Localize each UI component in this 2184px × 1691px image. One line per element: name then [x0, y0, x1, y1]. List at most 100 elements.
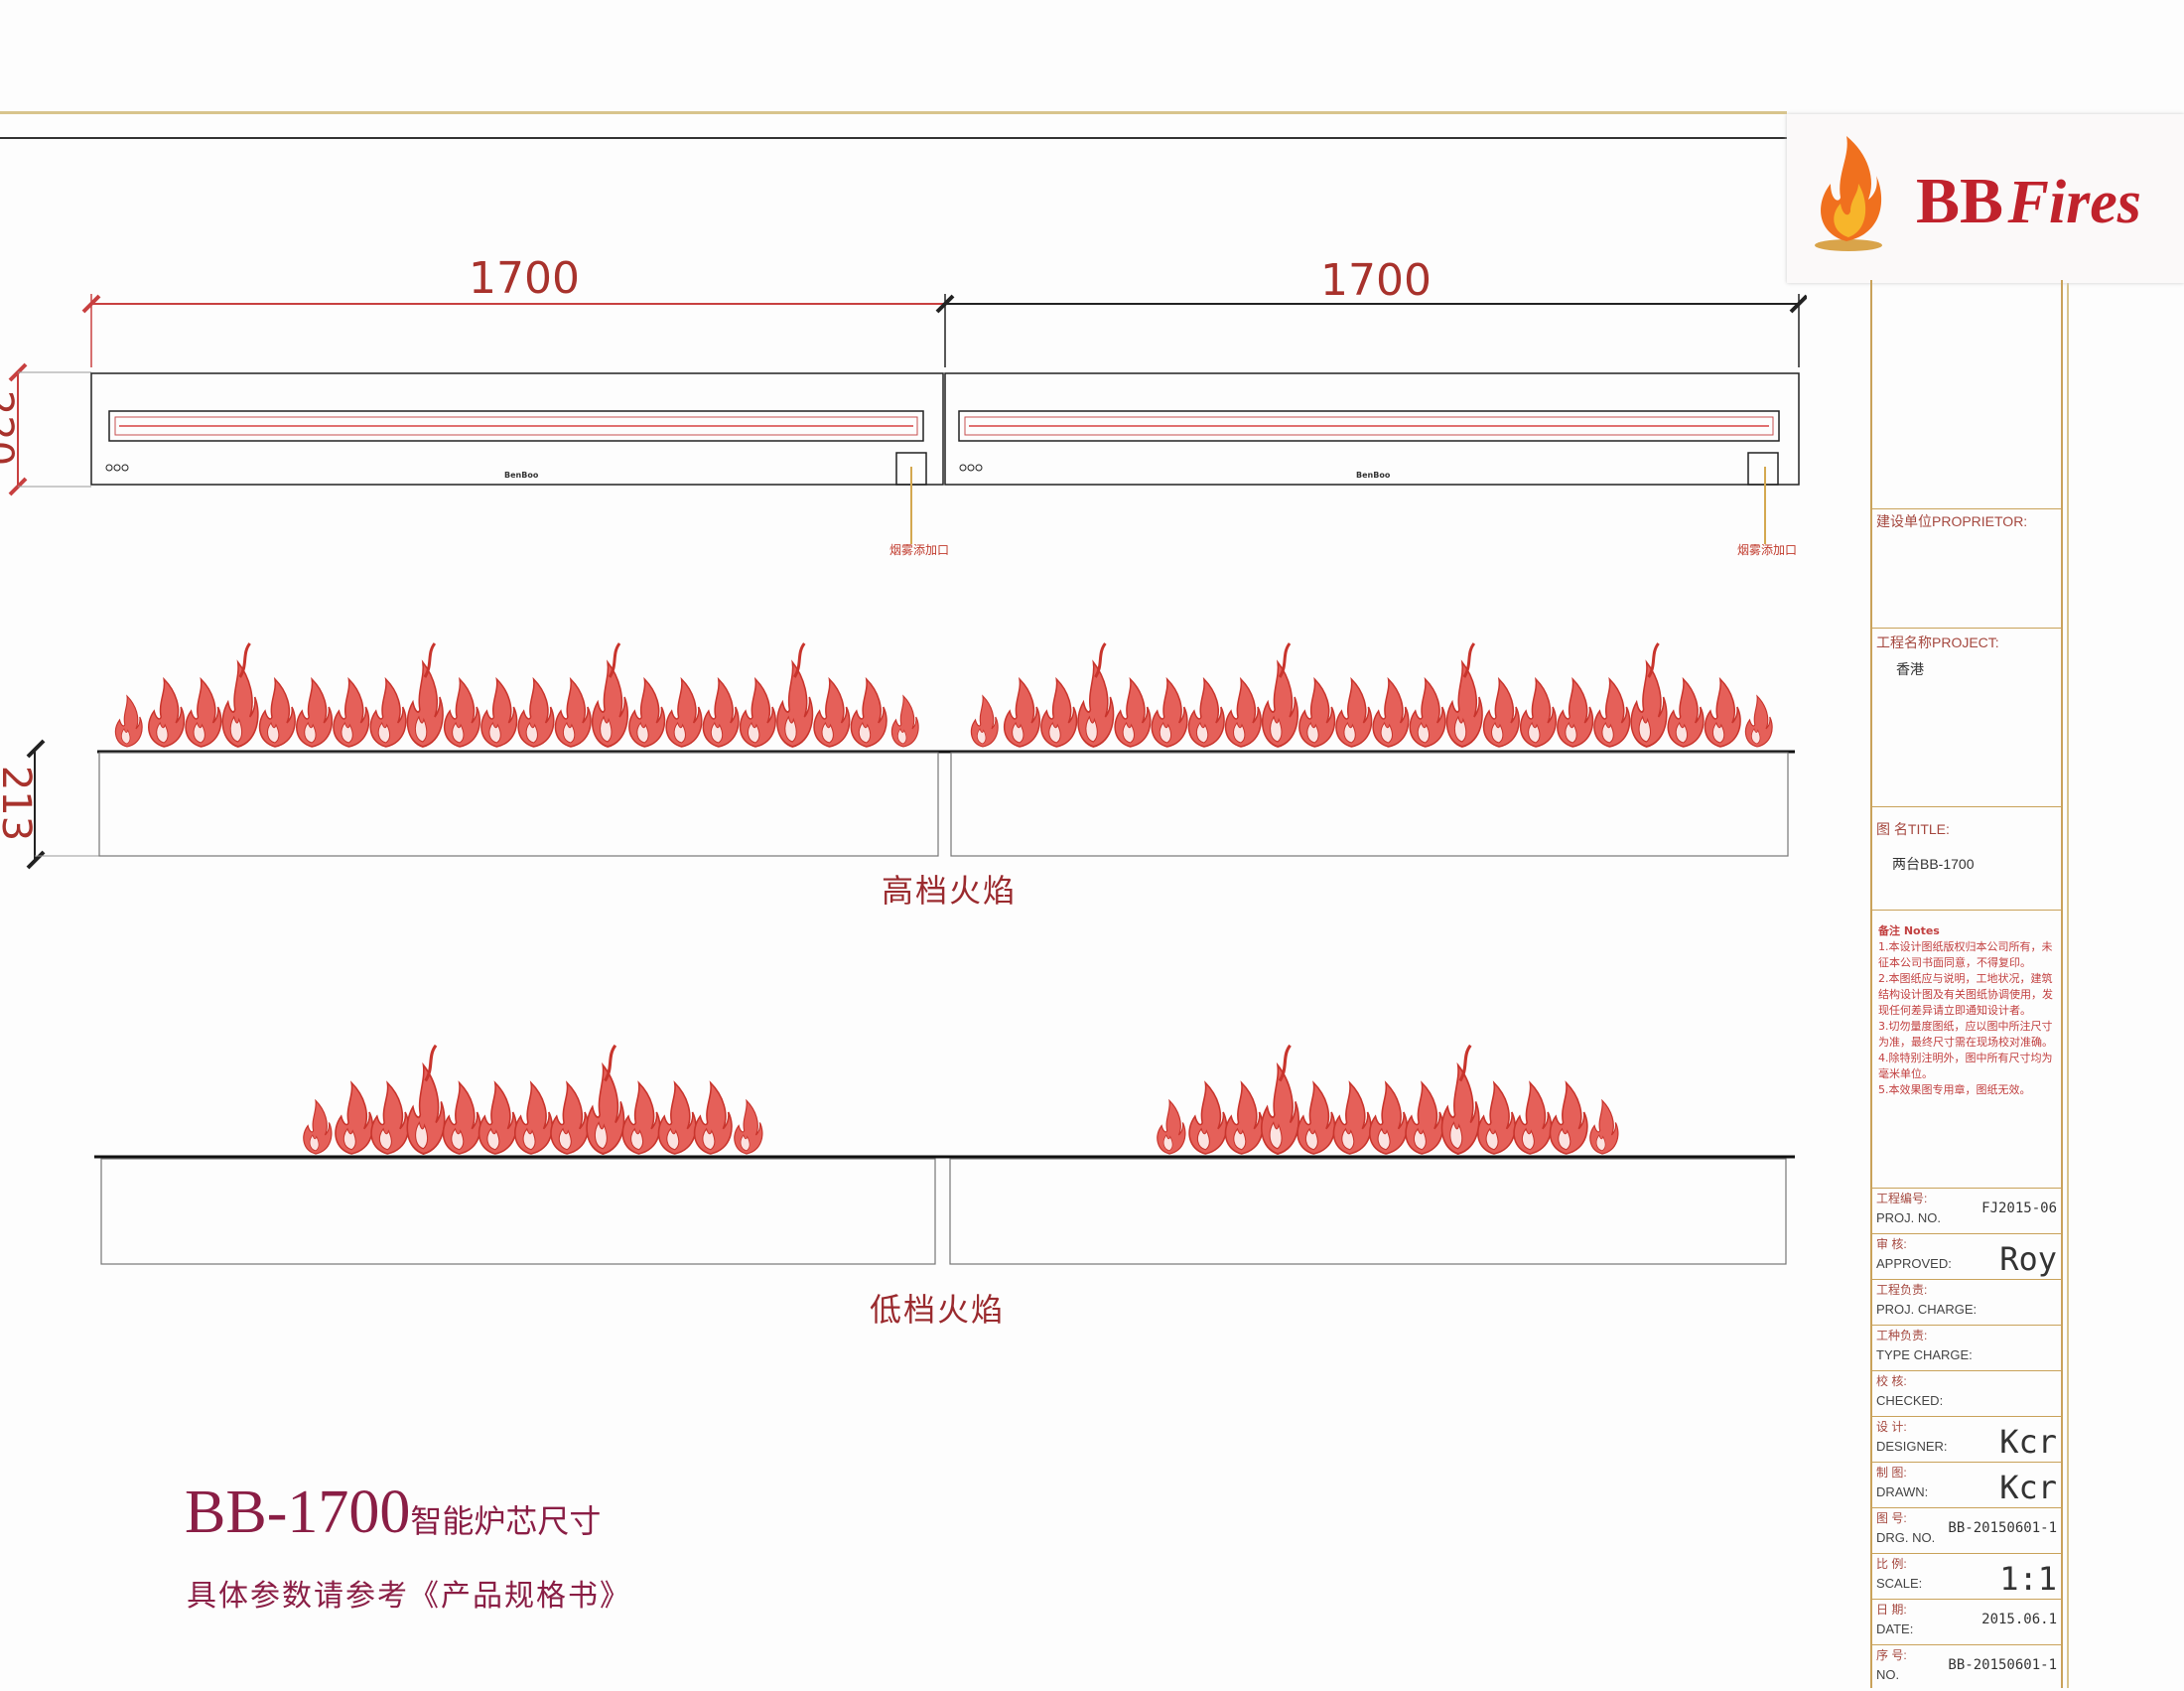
- flame-icon: [891, 696, 918, 747]
- flame-icon: [1410, 679, 1445, 747]
- flame-icon: [1188, 679, 1224, 747]
- note-line: 征本公司书面同意，不得复印。: [1878, 956, 2031, 969]
- flame-icon: [445, 679, 480, 747]
- front-view-unit-left: [90, 372, 944, 486]
- title-block-row: 制 图: DRAWN: Kcr: [1872, 1462, 2061, 1508]
- row-label-cn: 工程负责:: [1876, 1283, 1928, 1297]
- row-value: BB-20150601-1: [1948, 1657, 2057, 1673]
- title-block-row: 校 核: CHECKED:: [1872, 1370, 2061, 1417]
- flame-icon: [186, 679, 221, 747]
- high-flame-label: 高档火焰: [882, 872, 1018, 910]
- flame-icon: [555, 679, 591, 747]
- height-dimension-flame: 213: [0, 765, 40, 842]
- note-line: 毫米单位。: [1878, 1067, 1933, 1080]
- flame-icon: [336, 1083, 372, 1154]
- front-view-unit-right: [944, 372, 1800, 486]
- tall-flame-icon: [1078, 643, 1114, 747]
- flame-icon: [1333, 1083, 1370, 1154]
- fireplace-drawing: [8, 294, 1807, 1265]
- flame-icon: [149, 679, 185, 747]
- title-label: 图 名TITLE:: [1876, 821, 1950, 837]
- tall-flame-icon: [407, 643, 443, 747]
- logo-brand-suffix: Fires: [2007, 169, 2141, 236]
- proprietor-label: 建设单位PROPRIETOR:: [1876, 513, 2028, 529]
- row-label-en: DESIGNER:: [1876, 1439, 1948, 1454]
- low-flames-right: [1158, 1046, 1618, 1154]
- flame-icon: [370, 679, 406, 747]
- title-block-row: 工种负责: TYPE CHARGE:: [1872, 1325, 2061, 1371]
- row-label-en: NO.: [1876, 1667, 1900, 1682]
- notes-block: 备注 Notes 1.本设计图纸版权归本公司所有，未 征本公司书面同意，不得复印。…: [1878, 923, 2059, 1098]
- flame-icon: [371, 1083, 408, 1154]
- brand-mark-left: BenBoo: [504, 471, 539, 480]
- title-block-row: 图 号: DRG. NO. BB-20150601-1: [1872, 1507, 2061, 1554]
- flame-icon: [695, 1083, 732, 1154]
- row-value: 2015.06.1: [1981, 1612, 2057, 1627]
- brand-mark-right: BenBoo: [1356, 471, 1391, 480]
- row-label-cn: 设 计:: [1876, 1420, 1907, 1434]
- row-label-en: DATE:: [1876, 1621, 1914, 1636]
- title-block-row: 日 期: DATE: 2015.06.1: [1872, 1599, 2061, 1645]
- title-block-row: 比 例: SCALE: 1:1: [1872, 1553, 2061, 1600]
- model-name: BB-1700: [185, 1479, 411, 1546]
- tall-flame-icon: [587, 1046, 623, 1154]
- flame-icon: [735, 1100, 762, 1154]
- flame-icon: [481, 679, 517, 747]
- high-flames-left: [115, 643, 918, 747]
- flame-icon: [1521, 679, 1557, 747]
- row-label-cn: 审 核:: [1876, 1237, 1907, 1251]
- flame-icon: [1152, 679, 1187, 747]
- flame-icon: [443, 1083, 479, 1154]
- row-label-en: DRG. NO.: [1876, 1530, 1936, 1545]
- flame-icon: [551, 1083, 588, 1154]
- tall-flame-icon: [1446, 643, 1482, 747]
- flame-icon: [479, 1083, 516, 1154]
- title-block-row: 序 号: NO. BB-20150601-1: [1872, 1644, 2061, 1691]
- flame-icon: [666, 679, 702, 747]
- model-caption: BB-1700智能炉芯尺寸: [185, 1478, 601, 1548]
- flame-icon: [260, 679, 296, 747]
- company-logo: BB Fires: [1787, 114, 2184, 283]
- flame-icon: [115, 696, 142, 747]
- notes-title: 备注 Notes: [1878, 924, 1940, 937]
- row-label-cn: 制 图:: [1876, 1466, 1907, 1480]
- row-label-cn: 图 号:: [1876, 1511, 1907, 1525]
- callout-right: 烟雾添加口: [1737, 543, 1798, 557]
- flame-icon: [622, 1083, 659, 1154]
- flame-icon: [1668, 679, 1704, 747]
- row-label-cn: 日 期:: [1876, 1603, 1907, 1617]
- tall-flame-icon: [1441, 1046, 1478, 1154]
- title-block-row: 工程编号: PROJ. NO. FJ2015-06: [1872, 1188, 2061, 1234]
- flame-icon: [1373, 679, 1409, 747]
- note-line: 1.本设计图纸版权归本公司所有，未: [1878, 940, 2053, 953]
- logo-brand: BB: [1916, 165, 2004, 237]
- tall-flame-icon: [1263, 643, 1298, 747]
- title-block-row: 设 计: DESIGNER: Kcr: [1872, 1416, 2061, 1463]
- flame-icon: [1550, 1083, 1586, 1154]
- low-flame-unit-right: [949, 1158, 1787, 1265]
- note-line: 4.除特别注明外，图中所有尺寸均为: [1878, 1052, 2053, 1064]
- high-flames-right: [971, 643, 1772, 747]
- row-label-cn: 工程编号:: [1876, 1192, 1928, 1205]
- flame-icon: [1478, 1083, 1515, 1154]
- height-dimension-top: 220: [0, 389, 22, 467]
- flame-icon: [814, 679, 850, 747]
- high-flame-unit-left: [98, 752, 939, 857]
- low-flames-left: [304, 1046, 762, 1154]
- note-line: 为准，最终尺寸需在现场校对准确。: [1878, 1036, 2053, 1049]
- flame-icon: [1590, 1100, 1618, 1154]
- note-line: 现任何差异请立即通知设计者。: [1878, 1004, 2031, 1017]
- flame-icon: [1370, 1083, 1407, 1154]
- flame-icon: [741, 679, 776, 747]
- flame-icon: [1041, 679, 1077, 747]
- row-label-en: SCALE:: [1876, 1576, 1923, 1591]
- row-value: BB-20150601-1: [1948, 1520, 2057, 1536]
- row-label-en: PROJ. CHARGE:: [1876, 1302, 1978, 1317]
- flame-icon: [971, 696, 998, 747]
- row-label-en: CHECKED:: [1876, 1393, 1944, 1408]
- title-block-row: 工程负责: PROJ. CHARGE:: [1872, 1279, 2061, 1326]
- flame-icon: [1299, 679, 1335, 747]
- note-line: 5.本效果图专用章，图纸无效。: [1878, 1083, 2031, 1096]
- flame-icon: [1484, 679, 1520, 747]
- flame-icon: [1225, 1083, 1262, 1154]
